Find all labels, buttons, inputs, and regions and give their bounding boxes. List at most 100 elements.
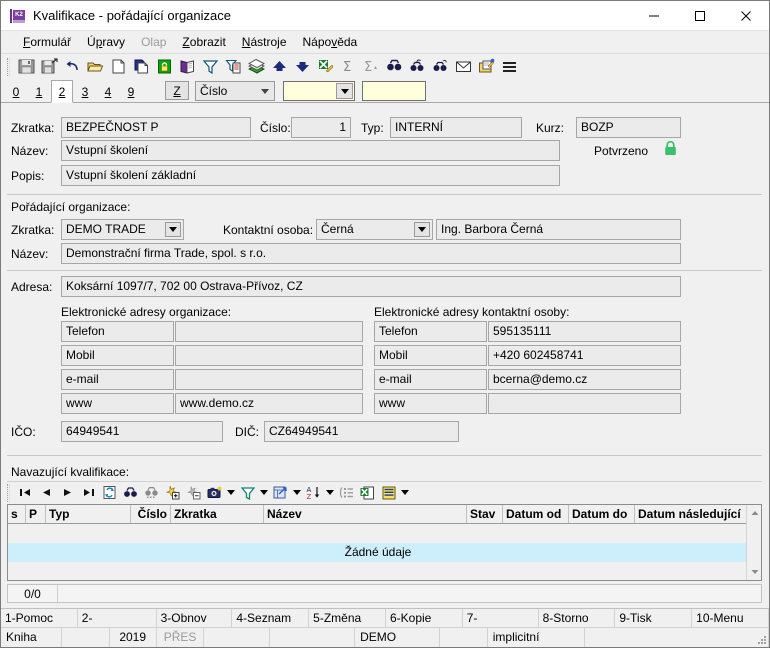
org-nazev-field[interactable]: Demonstrační firma Trade, spol. s r.o. [61,243,681,264]
columns-dropdown-icon[interactable] [399,483,411,503]
tab-0[interactable]: 0 [5,81,27,102]
fkey-9-tisk[interactable]: 9-Tisk [615,609,693,627]
menu-napoveda[interactable]: Nápověda [295,33,366,51]
filter-icon[interactable] [199,56,222,78]
advanced-filter-dropdown-icon[interactable] [291,483,303,503]
menu-lines-icon[interactable] [498,56,521,78]
advanced-filter-icon[interactable] [270,483,291,503]
minimize-icon[interactable] [631,1,677,31]
fkey-5-zmena[interactable]: 5-Změna [309,609,386,627]
copy-icon[interactable] [130,56,153,78]
filter-dropdown-icon[interactable] [258,483,270,503]
group-icon[interactable] [336,483,357,503]
contact-address-type-1[interactable]: Mobil [374,345,487,366]
popis-field[interactable]: Vstupní školení základní [61,165,560,186]
tab-1[interactable]: 1 [28,81,50,102]
org-address-type-1[interactable]: Mobil [61,345,174,366]
grid-vertical-scrollbar[interactable] [746,505,761,580]
ico-field[interactable]: 64949541 [61,421,223,442]
col-header-nazev[interactable]: Název [264,505,467,523]
org-zkratka-dropdown[interactable] [165,222,181,237]
org-address-type-0[interactable]: Telefon [61,321,174,342]
org-address-value-2[interactable] [175,369,363,390]
toolbar-grip[interactable] [7,57,10,76]
col-header-cislo[interactable]: Číslo [131,505,171,523]
contact-address-type-0[interactable]: Telefon [374,321,487,342]
fkey-8-storno[interactable]: 8-Storno [539,609,616,627]
new-document-icon[interactable] [107,56,130,78]
last-record-icon[interactable] [78,483,99,503]
export-excel-icon[interactable] [314,56,337,78]
org-zkratka-combo[interactable]: DEMO TRADE [61,219,184,240]
fkey-3-obnov[interactable]: 3-Obnov [157,609,233,627]
grid-toolbar-grip[interactable] [7,483,10,502]
arrow-down-icon[interactable] [291,56,314,78]
save-as-icon[interactable] [38,56,61,78]
fkey-7[interactable]: 7- [463,609,539,627]
tab-2[interactable]: 2 [51,80,73,103]
grid-empty-message[interactable]: Žádné údaje [8,543,748,562]
resize-grip-icon[interactable] [755,633,767,645]
sum-icon[interactable]: Σ [337,56,360,78]
menu-zobrazit[interactable]: Zobrazit [174,33,233,51]
search-input[interactable] [362,81,426,101]
cislo-field[interactable]: 1 [291,117,351,138]
col-header-s[interactable]: s [8,505,26,523]
adresa-field[interactable]: Koksární 1097/7, 702 00 Ostrava-Přívoz, … [61,276,681,297]
search-field-select[interactable]: Číslo [195,81,275,101]
fkey-4-seznam[interactable]: 4-Seznam [232,609,310,627]
contact-address-value-3[interactable] [488,393,681,414]
search-combo[interactable] [283,81,355,101]
contact-address-value-2[interactable]: bcerna@demo.cz [488,369,681,390]
filter-list-icon[interactable] [222,56,245,78]
kontaktni-osoba-dropdown[interactable] [414,222,430,237]
contact-address-value-0[interactable]: 595135111 [488,321,681,342]
prev-record-icon[interactable] [36,483,57,503]
add-record-icon[interactable] [162,483,183,503]
org-address-type-3[interactable]: www [61,393,174,414]
close-icon[interactable] [723,1,769,31]
camera-dropdown-icon[interactable] [225,483,237,503]
maximize-icon[interactable] [677,1,723,31]
tab-9[interactable]: 9 [120,81,142,102]
sort-az-icon[interactable]: AZ [303,483,324,503]
fkey-1-pomoc[interactable]: 1-Pomoc [1,609,78,627]
next-record-icon[interactable] [57,483,78,503]
menu-nastroje[interactable]: Nástroje [234,33,295,51]
undo-icon[interactable] [61,56,84,78]
col-header-typ[interactable]: Typ [46,505,131,523]
typ-field[interactable]: INTERNÍ [390,117,522,138]
delete-record-icon[interactable] [183,483,204,503]
tab-3[interactable]: 3 [74,81,96,102]
tab-4[interactable]: 4 [97,81,119,102]
export-excel-icon[interactable] [357,483,378,503]
find-next-icon[interactable] [141,483,162,503]
arrow-up-icon[interactable] [268,56,291,78]
filter-icon[interactable] [237,483,258,503]
contact-address-type-3[interactable]: www [374,393,487,414]
contact-address-value-1[interactable]: +420 602458741 [488,345,681,366]
col-header-stav[interactable]: Stav [467,505,503,523]
layers-icon[interactable] [245,56,268,78]
open-folder-icon[interactable] [84,56,107,78]
find-icon[interactable] [383,56,406,78]
lock-icon[interactable] [153,56,176,78]
org-address-value-3[interactable]: www.demo.cz [175,393,363,414]
find-next-icon[interactable] [406,56,429,78]
mail-icon[interactable] [452,56,475,78]
camera-icon[interactable] [204,483,225,503]
org-address-type-2[interactable]: e-mail [61,369,174,390]
col-header-p[interactable]: P [26,505,46,523]
book-icon[interactable] [176,56,199,78]
kurz-field[interactable]: BOZP [576,117,681,138]
kontaktni-osoba-full-field[interactable]: Ing. Barbora Černá [436,219,681,240]
edit-note-icon[interactable] [475,56,498,78]
save-icon[interactable] [15,56,38,78]
col-header-datum-od[interactable]: Datum od [503,505,569,523]
columns-icon[interactable] [378,483,399,503]
contact-address-type-2[interactable]: e-mail [374,369,487,390]
kontaktni-osoba-combo[interactable]: Černá [316,219,433,240]
green-padlock-icon[interactable] [664,140,677,156]
col-header-datum-do[interactable]: Datum do [569,505,635,523]
z-button[interactable]: Z [165,81,189,100]
